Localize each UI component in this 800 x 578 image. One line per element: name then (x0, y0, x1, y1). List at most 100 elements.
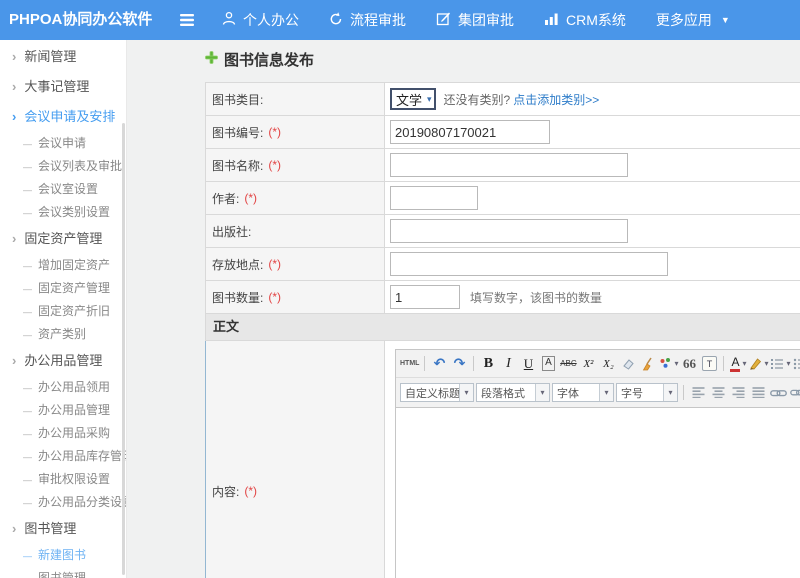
dash-icon: — (23, 574, 32, 578)
quantity-input[interactable] (390, 285, 460, 309)
field-label-cell: 图书名称: (*) (206, 149, 385, 181)
sidebar-item-meeting-list[interactable]: —会议列表及审批 (0, 155, 126, 178)
edit-icon (436, 11, 451, 29)
field-value-cell (385, 215, 800, 247)
add-category-link[interactable]: 点击添加类别>> (513, 91, 599, 108)
sidebar-item-asset-depreciation[interactable]: —固定资产折旧 (0, 300, 126, 323)
redo-button[interactable]: ↷ (450, 355, 468, 373)
superscript-button[interactable]: X² (579, 355, 597, 373)
sidebar-group-memorabilia[interactable]: ›大事记管理 (0, 72, 126, 102)
italic-button[interactable]: I (499, 355, 517, 373)
sidebar-group-fixed-assets[interactable]: ›固定资产管理 (0, 224, 126, 254)
boxed-a-icon: A (542, 356, 555, 371)
required-mark: (*) (268, 257, 281, 271)
align-right-icon (732, 387, 745, 398)
book-name-input[interactable] (390, 153, 628, 177)
subscript-button[interactable]: X₂ (599, 355, 617, 373)
required-mark: (*) (244, 191, 257, 205)
field-value-cell (385, 182, 800, 214)
undo-button[interactable]: ↶ (430, 355, 448, 373)
underline-button[interactable]: U (519, 355, 537, 373)
sidebar-group-office-supplies[interactable]: ›办公用品管理 (0, 346, 126, 376)
sidebar-group-meeting[interactable]: ›会议申请及安排 (0, 102, 126, 132)
sidebar-item-supplies-category[interactable]: —办公用品分类设置 (0, 491, 126, 514)
ordered-list-icon (770, 358, 784, 370)
book-category-select[interactable]: 文学 ▾ (390, 88, 436, 110)
form-row-book-no: 图书编号: (*) (205, 116, 800, 149)
unlink-button[interactable] (789, 384, 800, 402)
blockquote-button[interactable]: 66 (680, 355, 698, 373)
author-input[interactable] (390, 186, 478, 210)
editor-content-area[interactable] (396, 408, 800, 578)
nav-crm-system[interactable]: CRM系统 (544, 10, 626, 30)
select-label: 自定义标题 (401, 385, 459, 401)
source-code-button[interactable]: HTML (400, 355, 419, 373)
font-border-button[interactable]: A (539, 355, 557, 373)
align-center-button[interactable] (709, 384, 727, 402)
book-no-input[interactable] (390, 120, 550, 144)
sidebar-item-meeting-category[interactable]: —会议类别设置 (0, 201, 126, 224)
align-right-button[interactable] (729, 384, 747, 402)
font-family-select[interactable]: 字体 ▾ (552, 383, 614, 402)
dash-icon: — (23, 330, 32, 340)
caret-down-icon: ▾ (674, 359, 678, 368)
publisher-input[interactable] (390, 219, 628, 243)
remove-format-button[interactable] (619, 355, 637, 373)
sidebar-item-new-book[interactable]: —新建图书 (0, 544, 126, 567)
custom-heading-select[interactable]: 自定义标题 ▾ (400, 383, 474, 402)
sidebar-item-label: 办公用品领用 (38, 380, 110, 394)
sidebar-item-supplies-purchase[interactable]: —办公用品采购 (0, 422, 126, 445)
nav-process-approval[interactable]: 流程审批 (329, 10, 406, 30)
sidebar-group-books[interactable]: ›图书管理 (0, 514, 126, 544)
no-category-note: 还没有类别? (444, 91, 511, 108)
sidebar-item-asset-category[interactable]: —资产类别 (0, 323, 126, 346)
page-title: 图书信息发布 (205, 49, 314, 70)
align-justify-button[interactable] (749, 384, 767, 402)
caret-down-icon: ▾ (742, 359, 746, 368)
sidebar-item-supplies-inventory[interactable]: —办公用品库存管理 (0, 445, 126, 468)
font-size-select[interactable]: 字号 ▾ (616, 383, 678, 402)
sidebar-group-news[interactable]: › 新闻管理 (0, 42, 126, 72)
format-painter-button[interactable] (639, 355, 657, 373)
required-mark: (*) (244, 484, 257, 498)
font-color-button[interactable]: A ▾ (729, 355, 747, 373)
sidebar-item-supplies-manage[interactable]: —办公用品管理 (0, 399, 126, 422)
nav-personal-office[interactable]: 个人办公 (222, 10, 299, 30)
sidebar-group-label: 新闻管理 (24, 49, 76, 64)
bold-button[interactable]: B (479, 355, 497, 373)
unordered-list-icon (793, 358, 800, 370)
quantity-hint: 填写数字，该图书的数量 (470, 289, 602, 306)
sidebar-item-approval-permission[interactable]: —审批权限设置 (0, 468, 126, 491)
form-row-content: 内容: (*) HTML ↶ ↷ B I U A (205, 341, 800, 578)
ordered-list-button[interactable]: ▾ (770, 355, 790, 373)
book-form: 图书类目: 文学 ▾ 还没有类别? 点击添加类别>> 图书编号: (*) (205, 82, 800, 578)
dash-icon: — (23, 307, 32, 317)
nav-group-approval[interactable]: 集团审批 (436, 10, 514, 30)
select-label: 字体 (553, 385, 599, 401)
sidebar-nav: › 新闻管理 ›大事记管理 ›会议申请及安排 —会议申请 —会议列表及审批 —会议… (0, 40, 126, 578)
book-category-selected-value: 文学 (396, 90, 422, 109)
toolbar-separator (683, 385, 684, 400)
location-input[interactable] (390, 252, 668, 276)
sidebar-item-add-asset[interactable]: —增加固定资产 (0, 254, 126, 277)
strikethrough-button[interactable]: ABC (559, 355, 577, 373)
highlight-color-button[interactable]: ▾ (749, 355, 768, 373)
unordered-list-button[interactable]: ▾ (793, 355, 800, 373)
sidebar-item-supplies-claim[interactable]: —办公用品领用 (0, 376, 126, 399)
sidebar-item-asset-manage[interactable]: —固定资产管理 (0, 277, 126, 300)
sidebar-item-meeting-room[interactable]: —会议室设置 (0, 178, 126, 201)
caret-down-icon: ▾ (427, 94, 432, 105)
sidebar-item-meeting-apply[interactable]: —会议申请 (0, 132, 126, 155)
app-window: PHPOA协同办公软件 个人办公 流程审批 集团审批 (0, 0, 800, 578)
nav-more-apps[interactable]: 更多应用 ▼ (656, 10, 730, 30)
sidebar-item-book-manage[interactable]: —图书管理 (0, 567, 126, 578)
sidebar-scrollbar[interactable] (122, 123, 125, 575)
chevron-right-icon: › (12, 49, 16, 64)
hamburger-menu-icon[interactable] (178, 13, 196, 27)
paste-as-text-button[interactable]: T (700, 355, 718, 373)
select-label: 字号 (617, 385, 663, 401)
align-left-button[interactable] (689, 384, 707, 402)
insert-link-button[interactable] (769, 384, 787, 402)
paragraph-format-select[interactable]: 段落格式 ▾ (476, 383, 550, 402)
color-palette-button[interactable]: ▾ (659, 355, 678, 373)
